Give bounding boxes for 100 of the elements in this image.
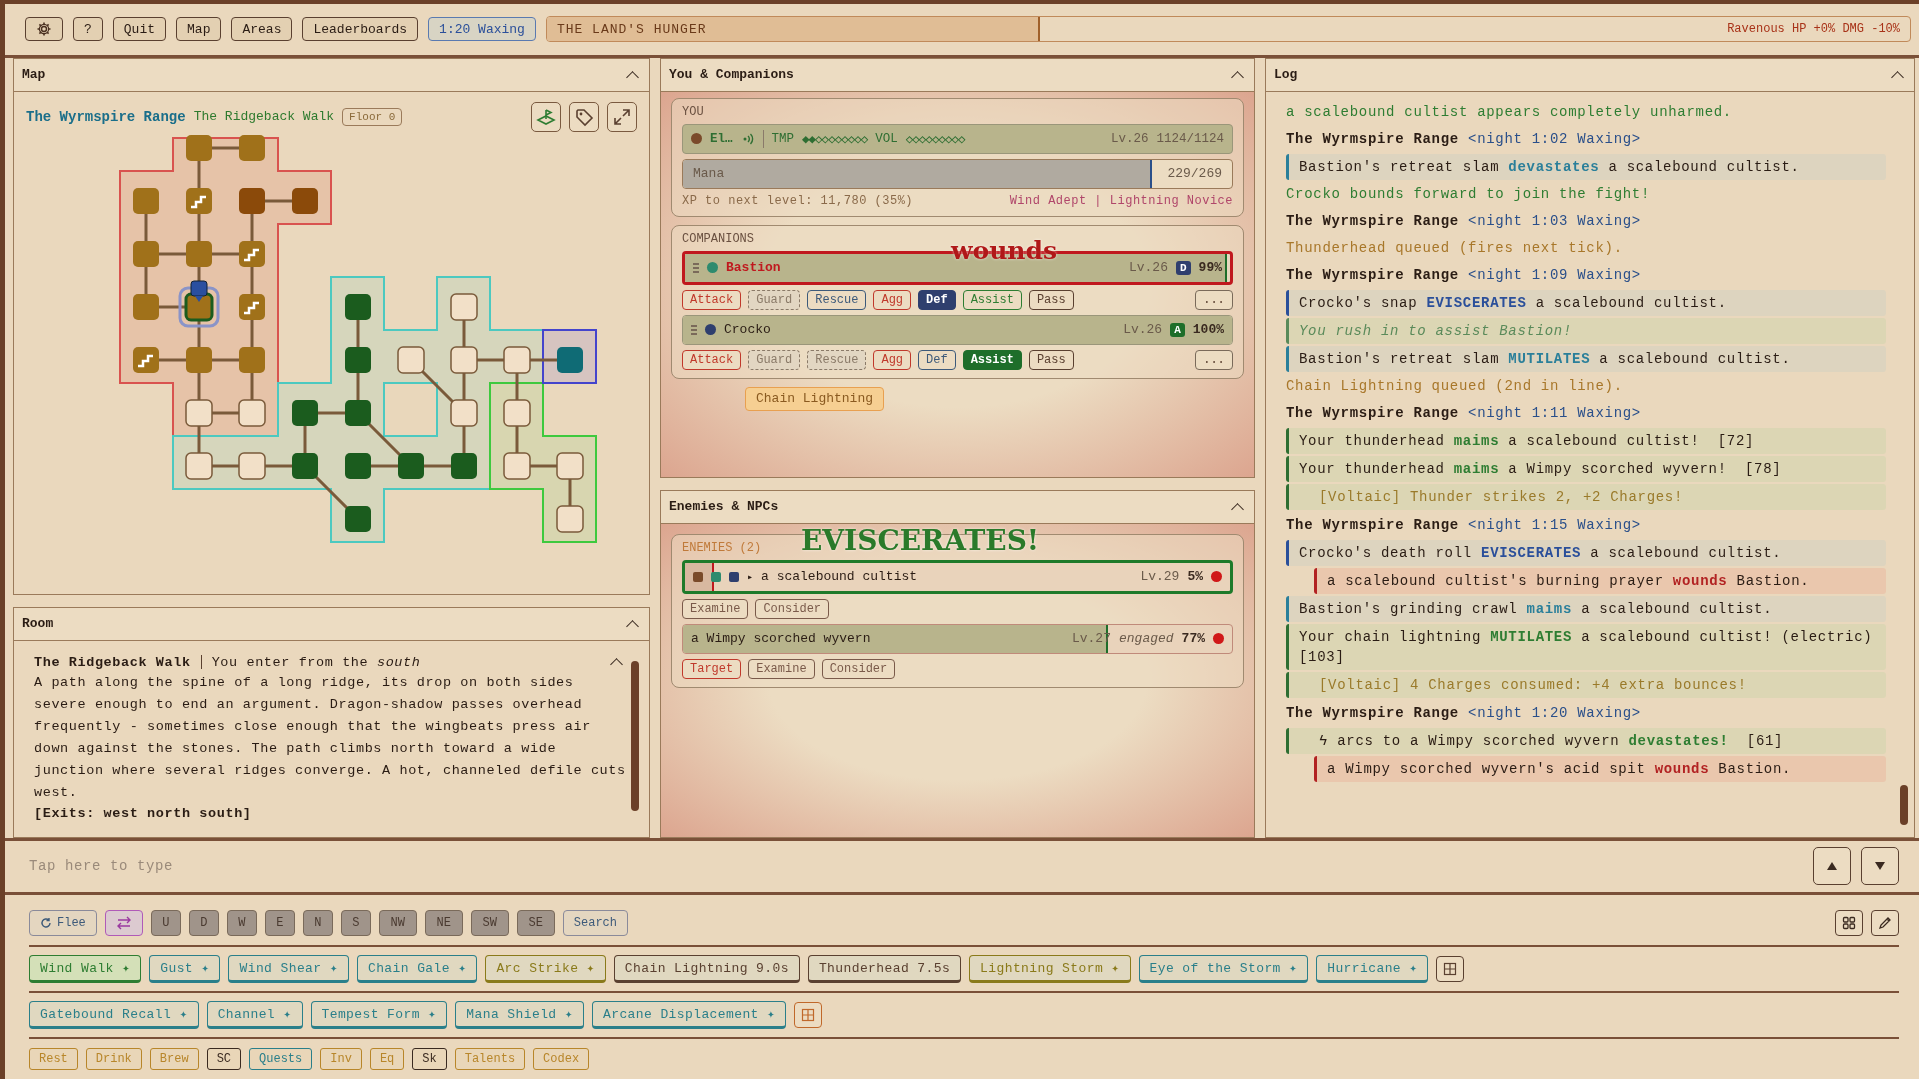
skill-button[interactable]: Eye of the Storm ✦ xyxy=(1138,955,1309,983)
toolbar-button[interactable]: ? xyxy=(73,17,103,42)
down-arrow-icon xyxy=(1874,861,1886,872)
hostile-dot xyxy=(1213,633,1224,644)
drag-handle-icon[interactable] xyxy=(693,262,699,273)
stance-button[interactable]: Pass xyxy=(1028,289,1074,310)
stance-button[interactable]: Attack xyxy=(682,289,742,310)
stance-button[interactable]: Pass xyxy=(1028,349,1074,370)
event-title: THE LAND'S HUNGER xyxy=(556,21,707,37)
scroll-up-button[interactable] xyxy=(1813,847,1851,886)
flee-button[interactable]: Flee xyxy=(29,910,97,936)
skill-button[interactable]: Hurricane ✦ xyxy=(1316,955,1429,983)
room-link[interactable]: The Ridgeback Walk xyxy=(193,109,335,124)
skill-button[interactable]: Arcane Displacement ✦ xyxy=(592,1001,787,1029)
direction-button[interactable]: U xyxy=(150,910,181,936)
stance-button[interactable]: Def xyxy=(918,349,956,370)
direction-button[interactable]: NW xyxy=(378,910,417,936)
enemy-action-button[interactable]: Target xyxy=(682,658,742,679)
swap-button[interactable] xyxy=(104,910,143,936)
utility-button[interactable]: Drink xyxy=(85,1048,142,1070)
utility-button[interactable]: Rest xyxy=(29,1048,78,1070)
expand-icon xyxy=(612,106,632,127)
stance-button[interactable]: Agg xyxy=(873,289,912,310)
tmp-label: TMP xyxy=(771,131,795,146)
skill-button[interactable]: Wind Walk ✦ xyxy=(29,955,142,983)
drag-handle-icon[interactable] xyxy=(691,324,697,335)
stance-button[interactable]: Rescue xyxy=(807,289,867,310)
toolbar-button[interactable]: Leaderboards xyxy=(302,17,419,42)
floating-combat-text: EVISCERATES! xyxy=(801,523,1040,557)
utility-button[interactable]: Brew xyxy=(149,1048,199,1070)
tag-button[interactable] xyxy=(569,101,599,132)
utility-button[interactable]: Codex xyxy=(533,1048,590,1070)
companion-hp: 100% xyxy=(1192,322,1224,337)
entry-text: You enter from the south xyxy=(211,654,421,670)
more-button[interactable]: ... xyxy=(1195,349,1233,370)
enemy-action-button[interactable]: Consider xyxy=(755,598,830,619)
search-button[interactable]: Search xyxy=(562,910,629,936)
toolbar-button[interactable]: Areas xyxy=(231,17,293,42)
log-entry: a scalebound cultist appears completely unharmed. xyxy=(1286,102,1733,122)
scroll-down-button[interactable] xyxy=(1861,847,1899,886)
stance-button[interactable]: Def xyxy=(918,289,956,310)
skill-button[interactable]: Channel ✦ xyxy=(206,1001,303,1029)
more-button[interactable]: ... xyxy=(1195,289,1233,310)
direction-button[interactable]: E xyxy=(264,910,295,936)
enemy-action-button[interactable]: Examine xyxy=(682,598,749,619)
map-marker-button[interactable] xyxy=(531,101,561,132)
room-description: A path along the spine of a long ridge, its drop on both sides severe enough to end an argument. Dragon-shadow passes overhead frequently - sometimes close enough that the wingbeats press air down against the stones. The path climbs north toward a wide junction where several ridges converge. A hot, channeled defile cuts west. xyxy=(34,673,627,802)
skill-button[interactable]: Gust ✦ xyxy=(149,955,221,983)
direction-button[interactable]: SW xyxy=(470,910,509,936)
companion-row[interactable]: Crocko Lv.26 A 100% xyxy=(682,314,1233,345)
panel-title: Map xyxy=(22,67,46,82)
skill-button[interactable]: Thunderhead 7.5s xyxy=(807,955,962,983)
player-level: Lv.26 xyxy=(1110,131,1149,146)
edit-button[interactable] xyxy=(1871,910,1899,936)
direction-button[interactable]: W xyxy=(226,910,257,936)
log-entry: Your chain lightning MUTILATES a scalebound cultist! (electric) [103] xyxy=(1286,623,1886,670)
time-button[interactable]: 1:20 Waxing xyxy=(428,17,536,42)
direction-button[interactable]: S xyxy=(340,910,371,936)
stance-button[interactable]: Assist xyxy=(962,289,1022,310)
grid-icon xyxy=(1842,916,1856,930)
area-link[interactable]: The Wyrmspire Range xyxy=(26,108,186,125)
utility-button[interactable]: Quests xyxy=(249,1048,313,1070)
enemy-action-button[interactable]: Consider xyxy=(821,658,896,679)
direction-button[interactable]: SE xyxy=(516,910,555,936)
add-skill-button[interactable] xyxy=(794,1002,823,1028)
enemy-action-button[interactable]: Examine xyxy=(748,658,815,679)
direction-button[interactable]: D xyxy=(188,910,219,936)
add-skill-button[interactable] xyxy=(1436,956,1465,982)
direction-button[interactable]: N xyxy=(302,910,333,936)
utility-button[interactable]: Eq xyxy=(369,1048,405,1070)
enemy-row[interactable]: ▸ a scalebound cultist Lv.29 5% xyxy=(682,559,1233,594)
skill-button[interactable]: Chain Gale ✦ xyxy=(356,955,478,983)
utility-button[interactable]: Talents xyxy=(454,1048,526,1070)
toolbar-button[interactable]: Quit xyxy=(112,17,167,42)
skill-button[interactable]: Gatebound Recall ✦ xyxy=(29,1001,199,1029)
stance-button[interactable]: Assist xyxy=(962,349,1022,370)
layout-button[interactable] xyxy=(1835,910,1863,936)
skill-button[interactable]: Mana Shield ✦ xyxy=(455,1001,584,1029)
skill-button[interactable]: Tempest Form ✦ xyxy=(310,1001,448,1029)
stance-button[interactable]: Agg xyxy=(873,349,912,370)
utility-button[interactable]: Sk xyxy=(412,1048,447,1070)
log-entry: Chain Lightning queued (2nd in line). xyxy=(1286,376,1624,396)
expand-toggle[interactable]: ▸ xyxy=(747,570,754,583)
settings-button[interactable] xyxy=(25,17,63,42)
panel-title: Enemies & NPCs xyxy=(669,499,779,514)
utility-button[interactable]: Inv xyxy=(320,1048,362,1070)
skill-button[interactable]: Wind Shear ✦ xyxy=(228,955,349,983)
skill-button[interactable]: Lightning Storm ✦ xyxy=(969,955,1131,983)
log-entry: Bastion's grinding crawl maims a scalebound cultist. xyxy=(1286,595,1886,622)
log-entry: [Voltaic] Thunder strikes 2, +2 Charges! xyxy=(1286,483,1886,510)
player-row[interactable]: El… TMP ◆◆◇◇◇◇◇◇◇◇ VOL ◇◇◇◇◇◇◇◇◇ Lv.26 1124/1124 xyxy=(682,123,1233,154)
command-input[interactable]: Tap here to type xyxy=(27,857,1803,876)
skill-button[interactable]: Chain Lightning 9.0s xyxy=(613,955,800,983)
skill-button[interactable]: Arc Strike ✦ xyxy=(485,955,606,983)
swap-icon xyxy=(115,916,132,930)
direction-button[interactable]: NE xyxy=(424,910,463,936)
stance-button[interactable]: Attack xyxy=(682,349,742,370)
toolbar-button[interactable]: Map xyxy=(176,17,222,42)
expand-button[interactable] xyxy=(607,101,637,132)
utility-button[interactable]: SC xyxy=(206,1048,242,1070)
